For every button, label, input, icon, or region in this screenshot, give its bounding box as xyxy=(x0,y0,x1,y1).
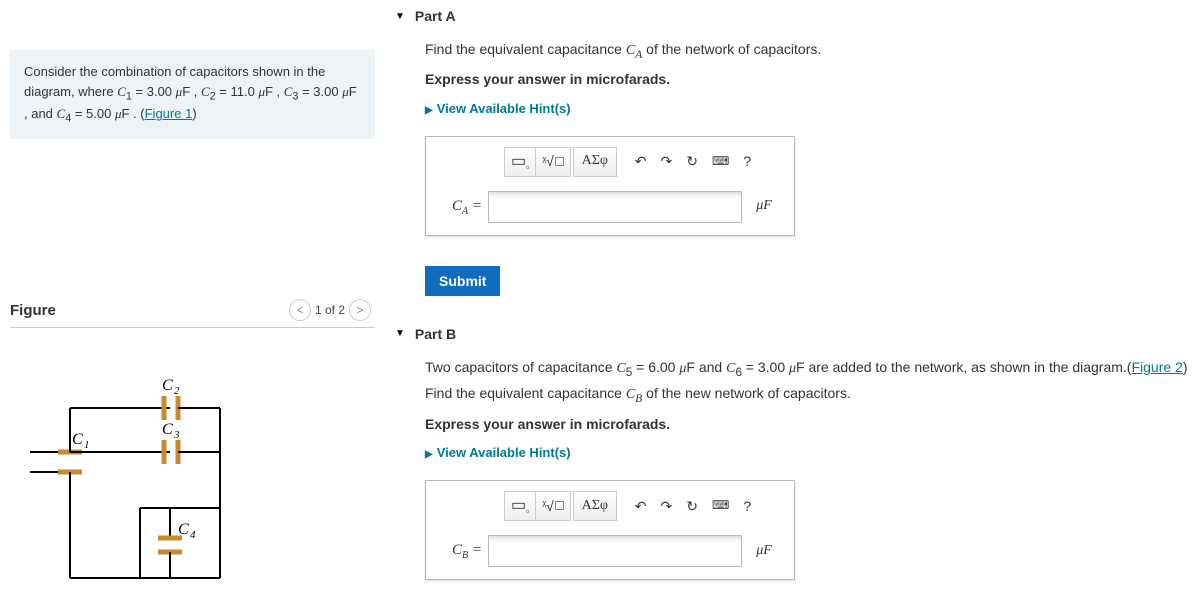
part-b-instruction: Express your answer in microfarads. xyxy=(425,413,1190,435)
undo-button[interactable]: ↶ xyxy=(629,147,653,177)
undo-button[interactable]: ↶ xyxy=(629,491,653,521)
help-button[interactable]: ? xyxy=(737,491,757,521)
part-b-hints-link[interactable]: ▶View Available Hint(s) xyxy=(425,443,1190,464)
reset-button[interactable]: ↻ xyxy=(680,147,704,177)
part-b-answer-box: ▭▫ ᵡ√ ΑΣφ ↶ ↷ ↻ ⌨ ? CB = xyxy=(425,480,795,580)
part-a-hints-link[interactable]: ▶View Available Hint(s) xyxy=(425,99,1190,120)
redo-button[interactable]: ↷ xyxy=(655,491,679,521)
collapse-icon: ▼ xyxy=(395,328,405,339)
figure-1-link[interactable]: Figure 1 xyxy=(145,106,193,121)
part-b-header[interactable]: ▼ Part B xyxy=(395,318,1190,350)
greek-button[interactable]: ΑΣφ xyxy=(573,147,617,177)
figure-pager: < 1 of 2 > xyxy=(285,299,375,321)
svg-text:C: C xyxy=(72,431,83,448)
part-a-answer-label: CA = xyxy=(434,194,488,220)
collapse-icon: ▼ xyxy=(395,11,405,22)
pager-prev-button[interactable]: < xyxy=(289,299,311,321)
greek-button[interactable]: ΑΣφ xyxy=(573,491,617,521)
part-b-prompt: Two capacitors of capacitance C5 = 6.00 … xyxy=(425,356,1190,409)
part-b-answer-label: CB = xyxy=(434,538,488,564)
figure-section: Figure < 1 of 2 > .wire{stroke:#000;stro… xyxy=(10,299,375,601)
part-a-unit: μF xyxy=(742,195,786,217)
figure-title: Figure xyxy=(10,302,56,319)
template-button[interactable]: ▭▫ xyxy=(504,147,536,177)
part-a-answer-box: ▭▫ ᵡ√ ΑΣφ ↶ ↷ ↻ ⌨ ? CA = μF xyxy=(425,136,795,236)
redo-button[interactable]: ↷ xyxy=(655,147,679,177)
keyboard-button[interactable]: ⌨ xyxy=(706,147,735,177)
problem-intro: Consider the combination of capacitors s… xyxy=(10,50,375,139)
svg-text:C: C xyxy=(162,378,173,394)
part-a-prompt: Find the equivalent capacitance CA of th… xyxy=(425,38,1190,64)
submit-button[interactable]: Submit xyxy=(425,266,500,296)
pager-text: 1 of 2 xyxy=(315,303,345,317)
part-b-title: Part B xyxy=(415,326,456,342)
template-button[interactable]: ▭▫ xyxy=(504,491,536,521)
circuit-diagram: .wire{stroke:#000;stroke-width:2;fill:no… xyxy=(10,378,250,598)
svg-text:3: 3 xyxy=(173,429,180,441)
keyboard-button[interactable]: ⌨ xyxy=(706,491,735,521)
svg-text:C: C xyxy=(178,521,189,538)
answer-toolbar: ▭▫ ᵡ√ ΑΣφ ↶ ↷ ↻ ⌨ ? xyxy=(504,147,786,177)
answer-toolbar-b: ▭▫ ᵡ√ ΑΣφ ↶ ↷ ↻ ⌨ ? xyxy=(504,491,786,521)
sqrt-button[interactable]: ᵡ√ xyxy=(536,147,570,177)
pager-next-button[interactable]: > xyxy=(349,299,371,321)
figure-2-link[interactable]: Figure 2 xyxy=(1131,359,1182,375)
part-a-instruction: Express your answer in microfarads. xyxy=(425,68,1190,90)
svg-text:1: 1 xyxy=(84,439,90,451)
svg-text:C: C xyxy=(162,421,173,438)
help-button[interactable]: ? xyxy=(737,147,757,177)
svg-text:2: 2 xyxy=(174,385,180,397)
part-b-answer-input[interactable] xyxy=(488,535,742,567)
part-a-header[interactable]: ▼ Part A xyxy=(395,0,1190,32)
part-a-title: Part A xyxy=(415,8,456,24)
svg-text:4: 4 xyxy=(190,529,196,541)
sqrt-button[interactable]: ᵡ√ xyxy=(536,491,570,521)
part-a-answer-input[interactable] xyxy=(488,191,742,223)
reset-button[interactable]: ↻ xyxy=(680,491,704,521)
